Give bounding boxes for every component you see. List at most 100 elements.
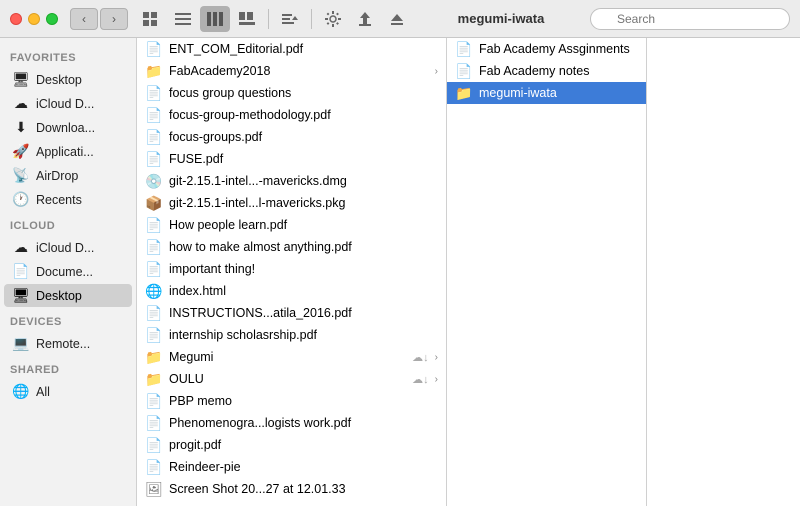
nav-buttons: ‹ › bbox=[70, 8, 128, 30]
panel-middle: 📄Fab Academy Assginments📄Fab Academy not… bbox=[447, 38, 647, 506]
progit-name: progit.pdf bbox=[169, 438, 438, 452]
megumi-cloud-icon: ☁↓ bbox=[412, 351, 429, 364]
sidebar-label-documents: Docume... bbox=[36, 265, 93, 279]
view-controls bbox=[136, 6, 412, 32]
file-row-index-html[interactable]: 🌐index.html bbox=[137, 280, 446, 302]
back-button[interactable]: ‹ bbox=[70, 8, 98, 30]
icloud-drive-icon: ☁ bbox=[12, 95, 30, 112]
fab-assignments-name: Fab Academy Assginments bbox=[479, 42, 638, 56]
file-row-instructions[interactable]: 📄INSTRUCTIONS...atila_2016.pdf bbox=[137, 302, 446, 324]
file-row-fabacademy2018[interactable]: 📁FabAcademy2018› bbox=[137, 60, 446, 82]
sidebar-item-icloud-drive[interactable]: ☁ iCloud D... bbox=[4, 92, 132, 115]
file-row-focus-group-m[interactable]: 📄 focus-group-methodology.pdf bbox=[137, 104, 446, 126]
focus-groups-name: focus-groups.pdf bbox=[169, 130, 438, 144]
oulu-cloud-icon: ☁↓ bbox=[412, 373, 429, 386]
sidebar-item-remote[interactable]: 💻Remote... bbox=[4, 332, 132, 355]
airdrop-icon: 📡 bbox=[12, 167, 30, 184]
megumi-iwata-name: megumi-iwata bbox=[479, 86, 638, 100]
file-row-git-dmg[interactable]: 💿git-2.15.1-intel...-mavericks.dmg bbox=[137, 170, 446, 192]
minimize-button[interactable] bbox=[28, 13, 40, 25]
how-to-make-name: how to make almost anything.pdf bbox=[169, 240, 438, 254]
file-row-ent-com[interactable]: 📄ENT_COM_Editorial.pdf bbox=[137, 38, 446, 60]
file-row-megumi[interactable]: 📁Megumi☁↓› bbox=[137, 346, 446, 368]
applications-icon: 🚀 bbox=[12, 143, 30, 160]
forward-button[interactable]: › bbox=[100, 8, 128, 30]
icloud-drive2-icon: ☁ bbox=[12, 239, 30, 256]
fuse-icon: 📄 bbox=[145, 151, 163, 168]
coverflow-view-button[interactable] bbox=[232, 6, 262, 32]
file-row-oulu[interactable]: 📁 OULU ☁↓ › bbox=[137, 368, 446, 390]
focus-group-q-icon: 📄 bbox=[145, 85, 163, 102]
sidebar-item-all[interactable]: 🌐All bbox=[4, 380, 132, 403]
megumi-icon: 📁 bbox=[145, 349, 163, 366]
maximize-button[interactable] bbox=[46, 13, 58, 25]
file-row-fuse[interactable]: 📄FUSE.pdf bbox=[137, 148, 446, 170]
progit-icon: 📄 bbox=[145, 437, 163, 454]
arrange-button[interactable] bbox=[275, 6, 305, 32]
sidebar-item-applications[interactable]: 🚀 Applicati... bbox=[4, 140, 132, 163]
file-row-fab-assignments[interactable]: 📄Fab Academy Assginments bbox=[447, 38, 646, 60]
share-button[interactable] bbox=[350, 6, 380, 32]
internship-name: internship scholasrship.pdf bbox=[169, 328, 438, 342]
fabacademy2018-arrow-icon: › bbox=[435, 66, 438, 77]
instructions-icon: 📄 bbox=[145, 305, 163, 322]
file-row-pbp-memo[interactable]: 📄PBP memo bbox=[137, 390, 446, 412]
sidebar-item-desktop[interactable]: 🖥 Desktop bbox=[4, 68, 132, 91]
file-row-screenshot[interactable]: 🖼Screen Shot 20...27 at 12.01.33 bbox=[137, 478, 446, 500]
git-pkg-icon: 📦 bbox=[145, 195, 163, 212]
sidebar-item-desktop2[interactable]: 🖥Desktop bbox=[4, 284, 132, 307]
eject-button[interactable] bbox=[382, 6, 412, 32]
search-wrapper: 🔍 bbox=[590, 8, 790, 30]
file-row-progit[interactable]: 📄 progit.pdf bbox=[137, 434, 446, 456]
separator-1 bbox=[268, 9, 269, 29]
main-content: Favorites 🖥 Desktop ☁ iCloud D... ⬇Downloa...… bbox=[0, 38, 800, 506]
sidebar-label-airdrop: AirDrop bbox=[36, 169, 78, 183]
search-input[interactable] bbox=[590, 8, 790, 30]
screenshot-name: Screen Shot 20...27 at 12.01.33 bbox=[169, 482, 438, 496]
column-view-button[interactable] bbox=[200, 6, 230, 32]
how-to-make-icon: 📄 bbox=[145, 239, 163, 256]
sidebar-item-downloads[interactable]: ⬇Downloa... bbox=[4, 116, 132, 139]
close-button[interactable] bbox=[10, 13, 22, 25]
phenomeno-icon: 📄 bbox=[145, 415, 163, 432]
git-dmg-name: git-2.15.1-intel...-mavericks.dmg bbox=[169, 174, 438, 188]
oulu-arrow-icon: › bbox=[435, 374, 438, 385]
file-row-megumi-iwata[interactable]: 📁 megumi-iwata bbox=[447, 82, 646, 104]
file-row-reindeer-pie[interactable]: 📄Reindeer-pie bbox=[137, 456, 446, 478]
sidebar-item-icloud-drive2[interactable]: ☁iCloud D... bbox=[4, 236, 132, 259]
sidebar-item-airdrop[interactable]: 📡 AirDrop bbox=[4, 164, 132, 187]
desktop-icon: 🖥 bbox=[12, 71, 30, 88]
title-bar: ‹ › bbox=[0, 0, 800, 38]
pbp-memo-name: PBP memo bbox=[169, 394, 438, 408]
file-row-focus-group-q[interactable]: 📄focus group questions bbox=[137, 82, 446, 104]
focus-group-m-name: focus-group-methodology.pdf bbox=[169, 108, 438, 122]
focus-group-m-icon: 📄 bbox=[145, 107, 163, 124]
sidebar-label-applications: Applicati... bbox=[36, 145, 94, 159]
megumi-iwata-icon: 📁 bbox=[455, 85, 473, 102]
file-row-fab-notes[interactable]: 📄Fab Academy notes bbox=[447, 60, 646, 82]
phenomeno-name: Phenomenogra...logists work.pdf bbox=[169, 416, 438, 430]
important-name: important thing! bbox=[169, 262, 438, 276]
remote-icon: 💻 bbox=[12, 335, 30, 352]
sidebar-item-documents[interactable]: 📄Docume... bbox=[4, 260, 132, 283]
sidebar-section-favorites: Favorites bbox=[0, 44, 136, 67]
action-button[interactable] bbox=[318, 6, 348, 32]
file-row-focus-groups[interactable]: 📄focus-groups.pdf bbox=[137, 126, 446, 148]
file-panels: 📄ENT_COM_Editorial.pdf📁FabAcademy2018›📄f… bbox=[137, 38, 800, 506]
sidebar-item-recents[interactable]: 🕐Recents bbox=[4, 188, 132, 211]
important-icon: 📄 bbox=[145, 261, 163, 278]
index-html-icon: 🌐 bbox=[145, 283, 163, 300]
file-row-git-pkg[interactable]: 📦git-2.15.1-intel...l-mavericks.pkg bbox=[137, 192, 446, 214]
file-row-important[interactable]: 📄 important thing! bbox=[137, 258, 446, 280]
sidebar-label-desktop: Desktop bbox=[36, 73, 82, 87]
file-row-phenomeno[interactable]: 📄 Phenomenogra...logists work.pdf bbox=[137, 412, 446, 434]
list-view-button[interactable] bbox=[168, 6, 198, 32]
file-row-how-to-make[interactable]: 📄 how to make almost anything.pdf bbox=[137, 236, 446, 258]
sidebar-label-all: All bbox=[36, 385, 50, 399]
oulu-name: OULU bbox=[169, 372, 406, 386]
sidebar-label-icloud-drive: iCloud D... bbox=[36, 97, 94, 111]
icon-view-button[interactable] bbox=[136, 6, 166, 32]
file-row-internship[interactable]: 📄internship scholasrship.pdf bbox=[137, 324, 446, 346]
file-row-how-people[interactable]: 📄How people learn.pdf bbox=[137, 214, 446, 236]
oulu-icon: 📁 bbox=[145, 371, 163, 388]
